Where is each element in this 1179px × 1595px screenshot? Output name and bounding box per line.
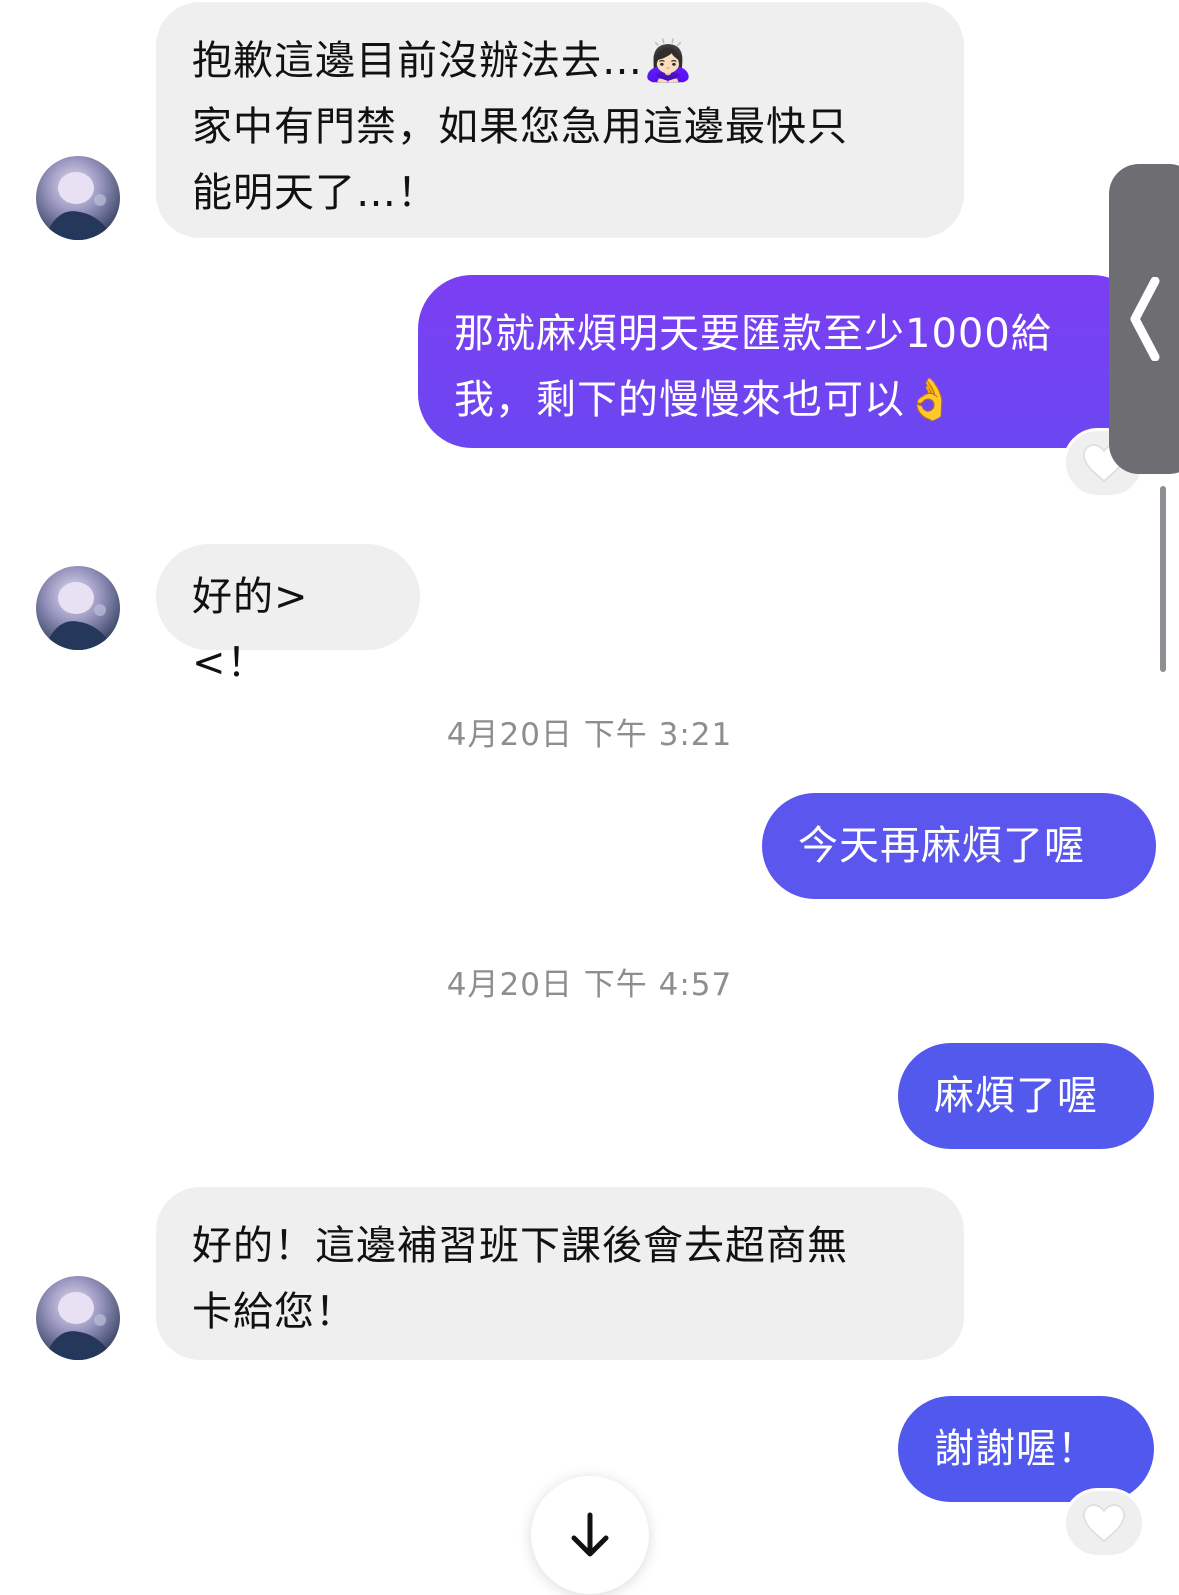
side-panel-tab[interactable]	[1109, 164, 1179, 474]
timestamp: 4月20日 下午 4:57	[446, 967, 733, 1003]
scrollbar[interactable]	[1160, 486, 1166, 672]
outgoing-message[interactable]: 今天再麻煩了喔	[762, 793, 1156, 899]
scroll-to-bottom-button[interactable]	[531, 1476, 649, 1594]
incoming-message[interactable]: 抱歉這邊目前沒辦法去…🙇🏻‍♀️ 家中有門禁，如果您急用這邊最快只 能明天了…！	[156, 2, 964, 238]
arrow-down-icon	[571, 1512, 609, 1557]
outgoing-message[interactable]: 麻煩了喔	[898, 1043, 1154, 1149]
outgoing-message[interactable]: 謝謝喔！	[898, 1396, 1154, 1502]
avatar[interactable]	[36, 156, 120, 240]
incoming-message[interactable]: 好的><！	[156, 544, 420, 686]
timestamp: 4月20日 下午 3:21	[446, 717, 733, 753]
incoming-message[interactable]: 好的！這邊補習班下課後會去超商無 卡給您！	[156, 1187, 964, 1360]
heart-reaction-badge[interactable]	[1063, 1488, 1145, 1558]
outgoing-message[interactable]: 那就麻煩明天要匯款至少1000給 我，剩下的慢慢來也可以👌	[418, 275, 1146, 448]
chat-thread[interactable]: 抱歉這邊目前沒辦法去…🙇🏻‍♀️ 家中有門禁，如果您急用這邊最快只 能明天了…！…	[0, 0, 1179, 1595]
chevron-left-icon	[1130, 277, 1160, 361]
avatar[interactable]	[36, 566, 120, 650]
heart-icon	[1083, 1504, 1125, 1542]
avatar[interactable]	[36, 1276, 120, 1360]
